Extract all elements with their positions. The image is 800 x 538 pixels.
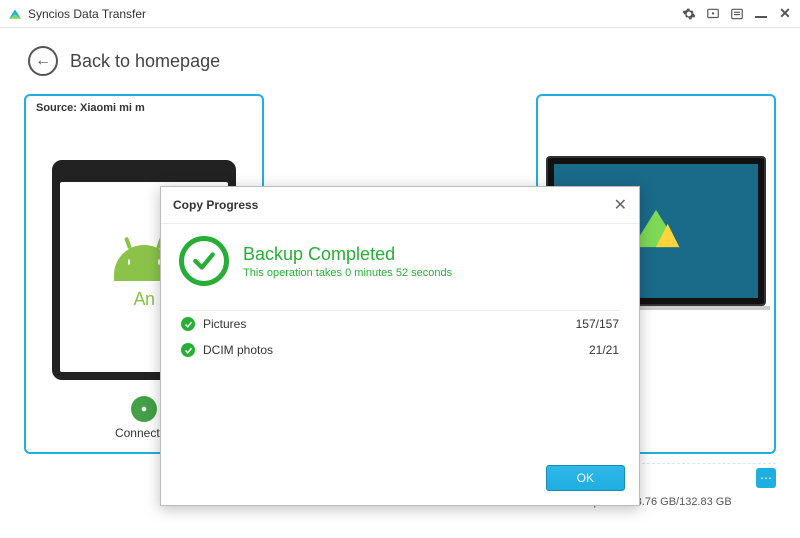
item-name: DCIM photos (203, 343, 273, 357)
app-logo (8, 7, 22, 21)
success-check-icon (179, 236, 229, 286)
source-header: Source: Xiaomi mi m (26, 96, 262, 120)
content-area: Source: Xiaomi mi m An Connected (0, 76, 800, 526)
dialog-close-button[interactable]: ✕ (614, 195, 627, 215)
check-icon (181, 317, 195, 331)
feedback-icon[interactable] (706, 7, 720, 21)
breadcrumb: ← Back to homepage (0, 28, 800, 76)
browse-button[interactable]: ⋯ (756, 468, 776, 488)
copy-progress-dialog: Copy Progress ✕ Backup Completed This op… (160, 186, 640, 506)
titlebar: Syncios Data Transfer ✕ (0, 0, 800, 28)
list-item: DCIM photos 21/21 (179, 337, 621, 363)
item-count: 21/21 (589, 343, 619, 357)
item-name: Pictures (203, 317, 246, 331)
connected-badge (131, 396, 157, 422)
check-icon (181, 343, 195, 357)
menu-icon[interactable] (730, 7, 744, 21)
app-title: Syncios Data Transfer (28, 7, 682, 21)
minimize-button[interactable] (754, 7, 768, 21)
backup-items-list: Pictures 157/157 DCIM photos 21/21 (179, 310, 621, 363)
item-count: 157/157 (576, 317, 619, 331)
back-button[interactable]: ← (28, 46, 58, 76)
close-button[interactable]: ✕ (778, 7, 792, 21)
android-label: An (133, 289, 154, 310)
dialog-title: Copy Progress (173, 198, 258, 212)
completion-heading: Backup Completed (243, 244, 452, 265)
completion-subtext: This operation takes 0 minutes 52 second… (243, 267, 452, 279)
ok-button[interactable]: OK (546, 465, 625, 491)
page-title: Back to homepage (70, 51, 220, 72)
settings-icon[interactable] (682, 7, 696, 21)
back-arrow-icon: ← (35, 53, 51, 69)
list-item: Pictures 157/157 (179, 311, 621, 337)
